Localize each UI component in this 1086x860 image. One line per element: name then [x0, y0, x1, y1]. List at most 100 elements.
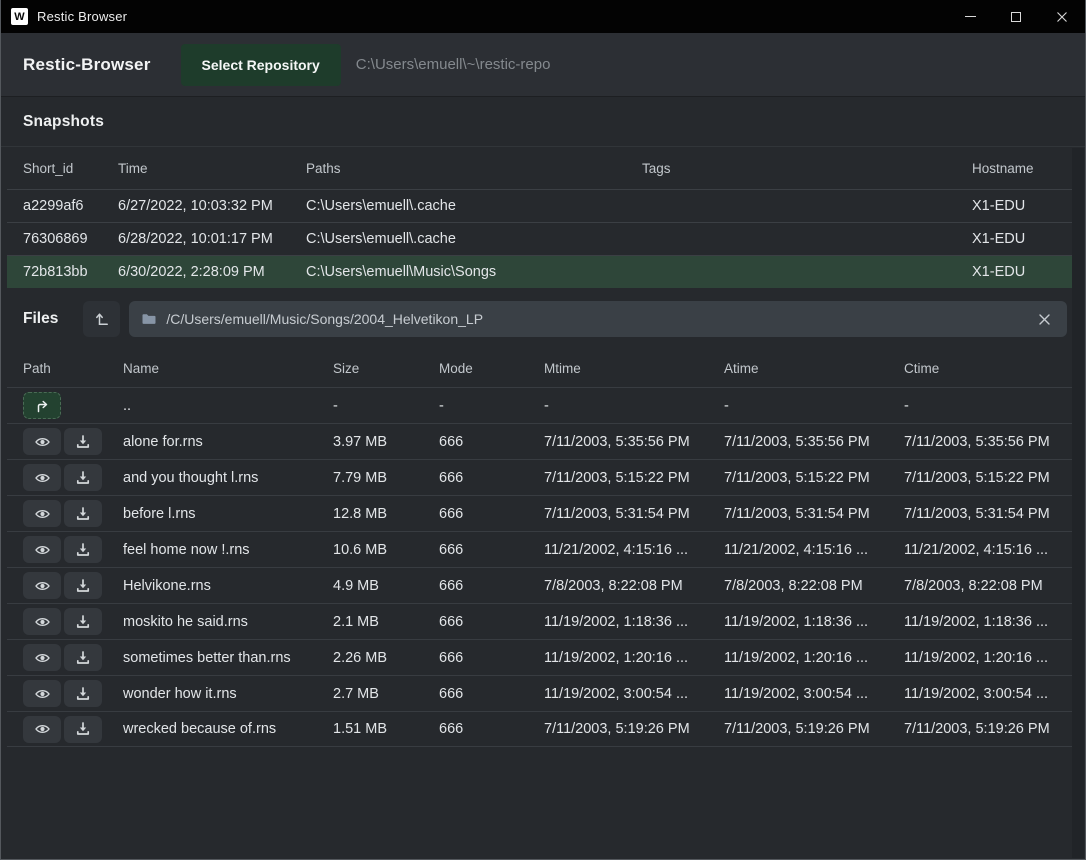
snapshots-table-body: a2299af6 6/27/2022, 10:03:32 PM C:\Users…: [7, 189, 1072, 288]
file-atime: 7/8/2003, 8:22:08 PM: [724, 578, 904, 594]
column-paths: Paths: [306, 161, 642, 176]
snapshot-hostname: X1-EDU: [972, 264, 1072, 280]
snapshot-paths: C:\Users\emuell\.cache: [306, 198, 642, 214]
file-mode: 666: [439, 686, 544, 702]
file-row: alone for.rns 3.97 MB 666 7/11/2003, 5:3…: [7, 423, 1072, 459]
file-mtime: -: [544, 398, 724, 414]
download-icon: [75, 578, 91, 594]
preview-file-button[interactable]: [23, 428, 61, 455]
snapshots-table: Short_id Time Paths Tags Hostname a2299a…: [7, 147, 1072, 288]
restore-file-button[interactable]: [64, 428, 102, 455]
snapshot-time: 6/27/2022, 10:03:32 PM: [118, 198, 306, 214]
file-size: 10.6 MB: [333, 542, 439, 558]
file-mode: -: [439, 398, 544, 414]
column-short-id: Short_id: [23, 161, 118, 176]
preview-file-button[interactable]: [23, 536, 61, 563]
clear-path-button[interactable]: [1034, 309, 1055, 330]
file-mtime: 7/11/2003, 5:15:22 PM: [544, 470, 724, 486]
minimize-button[interactable]: [947, 0, 993, 33]
window-controls: [947, 0, 1085, 33]
restore-file-button[interactable]: [64, 464, 102, 491]
snapshot-short-id: a2299af6: [23, 198, 118, 214]
scrollbar-track[interactable]: [1072, 148, 1084, 858]
preview-file-button[interactable]: [23, 572, 61, 599]
open-parent-directory-button[interactable]: [23, 392, 61, 419]
file-size: 4.9 MB: [333, 578, 439, 594]
file-size: 12.8 MB: [333, 506, 439, 522]
maximize-button[interactable]: [993, 0, 1039, 33]
preview-file-button[interactable]: [23, 716, 61, 743]
restore-file-button[interactable]: [64, 716, 102, 743]
column-ctime: Ctime: [904, 361, 1072, 376]
file-atime: 11/21/2002, 4:15:16 ...: [724, 542, 904, 558]
column-time: Time: [118, 161, 306, 176]
file-atime: 7/11/2003, 5:31:54 PM: [724, 506, 904, 522]
snapshot-row[interactable]: a2299af6 6/27/2022, 10:03:32 PM C:\Users…: [7, 189, 1072, 222]
repository-path: C:\Users\emuell\~\restic-repo: [356, 56, 551, 73]
clear-icon: [1038, 313, 1051, 326]
restore-file-button[interactable]: [64, 572, 102, 599]
preview-file-button[interactable]: [23, 644, 61, 671]
file-ctime: 11/19/2002, 1:18:36 ...: [904, 614, 1072, 630]
app-title: Restic-Browser: [23, 55, 151, 75]
go-up-directory-button[interactable]: [83, 301, 120, 337]
restore-file-button[interactable]: [64, 536, 102, 563]
snapshot-row[interactable]: 76306869 6/28/2022, 10:01:17 PM C:\Users…: [7, 222, 1072, 255]
close-icon: [1056, 11, 1068, 23]
restore-file-button[interactable]: [64, 680, 102, 707]
eye-icon: [34, 434, 51, 450]
eye-icon: [34, 506, 51, 522]
file-mtime: 11/21/2002, 4:15:16 ...: [544, 542, 724, 558]
snapshot-time: 6/30/2022, 2:28:09 PM: [118, 264, 306, 280]
file-size: 1.51 MB: [333, 721, 439, 737]
download-icon: [75, 434, 91, 450]
file-atime: 7/11/2003, 5:35:56 PM: [724, 434, 904, 450]
file-mtime: 11/19/2002, 1:20:16 ...: [544, 650, 724, 666]
file-ctime: 7/11/2003, 5:31:54 PM: [904, 506, 1072, 522]
file-row: wonder how it.rns 2.7 MB 666 11/19/2002,…: [7, 675, 1072, 711]
preview-file-button[interactable]: [23, 680, 61, 707]
file-atime: 7/11/2003, 5:15:22 PM: [724, 470, 904, 486]
file-mtime: 11/19/2002, 1:18:36 ...: [544, 614, 724, 630]
eye-icon: [34, 721, 51, 737]
column-tags: Tags: [642, 161, 972, 176]
file-name: wrecked because of.rns: [123, 721, 333, 737]
file-ctime: 11/19/2002, 3:00:54 ...: [904, 686, 1072, 702]
folder-icon: [141, 311, 157, 327]
preview-file-button[interactable]: [23, 464, 61, 491]
restore-file-button[interactable]: [64, 608, 102, 635]
restore-file-button[interactable]: [64, 644, 102, 671]
preview-file-button[interactable]: [23, 608, 61, 635]
file-row: Helvikone.rns 4.9 MB 666 7/8/2003, 8:22:…: [7, 567, 1072, 603]
preview-file-button[interactable]: [23, 500, 61, 527]
file-atime: 7/11/2003, 5:19:26 PM: [724, 721, 904, 737]
close-button[interactable]: [1039, 0, 1085, 33]
file-atime: 11/19/2002, 3:00:54 ...: [724, 686, 904, 702]
file-row: wrecked because of.rns 1.51 MB 666 7/11/…: [7, 711, 1072, 747]
current-path-value: /C/Users/emuell/Music/Songs/2004_Helveti…: [166, 311, 1034, 327]
file-ctime: 11/19/2002, 1:20:16 ...: [904, 650, 1072, 666]
file-name: ..: [123, 398, 333, 414]
select-repository-button[interactable]: Select Repository: [181, 44, 341, 86]
restore-file-button[interactable]: [64, 500, 102, 527]
snapshot-short-id: 72b813bb: [23, 264, 118, 280]
download-icon: [75, 686, 91, 702]
app-logo-icon: W: [11, 8, 28, 25]
current-path-input[interactable]: /C/Users/emuell/Music/Songs/2004_Helveti…: [129, 301, 1067, 337]
download-icon: [75, 542, 91, 558]
download-icon: [75, 470, 91, 486]
file-row: moskito he said.rns 2.1 MB 666 11/19/200…: [7, 603, 1072, 639]
snapshot-row[interactable]: 72b813bb 6/30/2022, 2:28:09 PM C:\Users\…: [7, 255, 1072, 288]
eye-icon: [34, 686, 51, 702]
file-size: 3.97 MB: [333, 434, 439, 450]
window-title: Restic Browser: [37, 9, 127, 24]
file-mode: 666: [439, 578, 544, 594]
files-table-header: Path Name Size Mode Mtime Atime Ctime: [7, 349, 1072, 387]
file-mode: 666: [439, 470, 544, 486]
file-row: sometimes better than.rns 2.26 MB 666 11…: [7, 639, 1072, 675]
file-size: 2.1 MB: [333, 614, 439, 630]
titlebar: W Restic Browser: [1, 0, 1085, 33]
files-heading: Files: [23, 310, 58, 328]
file-mtime: 7/11/2003, 5:31:54 PM: [544, 506, 724, 522]
eye-icon: [34, 614, 51, 630]
